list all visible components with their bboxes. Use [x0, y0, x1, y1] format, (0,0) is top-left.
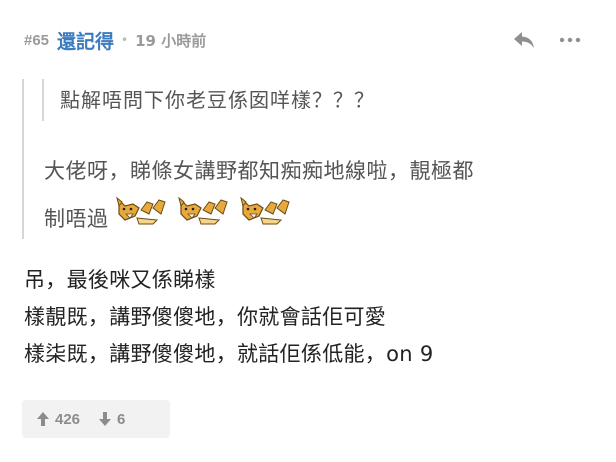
reply-arrow-icon[interactable]: [510, 28, 538, 52]
downvote-button[interactable]: 6: [98, 411, 125, 428]
separator-dot: •: [121, 33, 129, 47]
upvote-count: 426: [55, 410, 81, 428]
post-time: 19 小時前: [135, 31, 207, 50]
quote-line-2: 制唔過: [44, 207, 109, 231]
header-actions: [510, 24, 584, 56]
body-line-2: 樣靚既，講野傻傻地，你就會話佢可愛: [24, 305, 387, 329]
nested-quote-bar: [42, 79, 44, 121]
arrow-down-icon: [99, 412, 112, 426]
post-body: 吊，最後咪又係睇樣 樣靚既，講野傻傻地，你就會話佢可愛 樣柒既，講野傻傻地，就話…: [24, 262, 594, 373]
quote-block: [22, 79, 26, 239]
quote-line-1: 大佬呀，睇條女講野都知痴痴地線啦，靚極都: [44, 159, 474, 183]
quote-text: 大佬呀，睇條女講野都知痴痴地線啦，靚極都 制唔過: [44, 148, 584, 244]
shiba-dog-emoticon: [113, 194, 171, 244]
upvote-button[interactable]: 426: [36, 411, 80, 428]
body-line-1: 吊，最後咪又係睇樣: [24, 268, 216, 292]
body-line-3: 樣柒既，講野傻傻地，就話佢係低能，on 9: [24, 342, 434, 366]
nested-quote-text: 點解唔問下你老豆係囡咩樣？？？: [60, 88, 375, 112]
shiba-dog-emoticon: [175, 194, 233, 244]
shiba-dog-emoticon: [237, 194, 295, 244]
vote-bar: 426 6: [22, 400, 170, 438]
post-header: #65 還記得 • 19 小時前: [24, 24, 584, 56]
username-link[interactable]: 還記得: [57, 27, 114, 54]
arrow-up-icon: [37, 412, 49, 426]
downvote-count: 6: [117, 410, 126, 428]
quote-line-2-row: 制唔過: [44, 194, 584, 244]
post-number: #65: [24, 31, 50, 49]
more-dots-icon[interactable]: [556, 28, 584, 52]
quote-bar: [22, 79, 24, 239]
